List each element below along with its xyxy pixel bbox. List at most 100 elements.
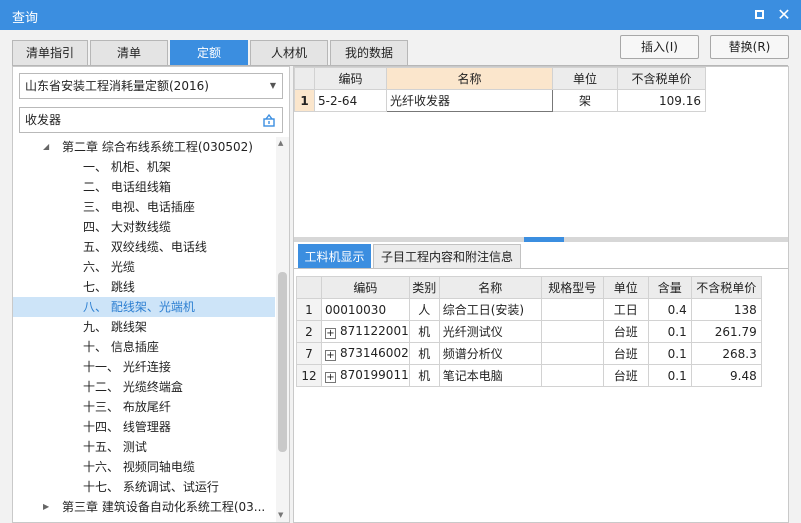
tree-item[interactable]: 十一、 光纤连接 (13, 357, 275, 377)
tree-item[interactable]: 三、 电视、电话插座 (13, 197, 275, 217)
cell-quantity[interactable]: 0.1 (647, 364, 692, 387)
tab-quota[interactable]: 定额 (170, 40, 248, 66)
cell-unit[interactable]: 工日 (602, 298, 649, 321)
quota-library-select[interactable]: 山东省安装工程消耗量定额(2016) ▼ (19, 73, 283, 99)
tab-labor-material-machine[interactable]: 人材机 (250, 40, 328, 66)
cell-name[interactable]: 综合工日(安装) (438, 298, 542, 321)
tree-item[interactable]: 十六、 视频同轴电缆 (13, 457, 275, 477)
tree-scrollbar[interactable]: ▲ ▼ (276, 137, 289, 522)
tab-list-guide[interactable]: 清单指引 (12, 40, 88, 66)
expand-plus-icon[interactable]: + (325, 350, 336, 361)
expand-plus-icon[interactable]: + (325, 372, 336, 383)
tree-item-label: 十三、 布放尾纤 (83, 400, 171, 414)
search-filter-icon[interactable] (262, 113, 276, 127)
cell-category[interactable]: 机 (408, 320, 440, 343)
tab-work-content[interactable]: 子目工程内容和附注信息 (373, 244, 521, 269)
scroll-thumb[interactable] (278, 272, 287, 452)
tree-item[interactable]: 二、 电话组线箱 (13, 177, 275, 197)
row-index: 2 (296, 320, 322, 343)
splitter-grip[interactable] (524, 237, 564, 242)
cell-price[interactable]: 261.79 (690, 320, 762, 343)
cell-price[interactable]: 9.48 (690, 364, 762, 387)
cell-category[interactable]: 机 (408, 342, 440, 365)
tree-item[interactable]: 十二、 光缆终端盒 (13, 377, 275, 397)
tree-item[interactable]: 六、 光缆 (13, 257, 275, 277)
tree-item[interactable]: 五、 双绞线缆、电话线 (13, 237, 275, 257)
col-header-code[interactable]: 编码 (314, 67, 387, 90)
cell-name[interactable]: 笔记本电脑 (438, 364, 542, 387)
table-row[interactable]: 1 00010030 人综合工日(安装) 工日 0.4 138 (296, 298, 762, 321)
table-row[interactable]: 2 +871122001 机光纤测试仪 台班 0.1 261.79 (296, 320, 762, 343)
tree-item[interactable]: 十、 信息插座 (13, 337, 275, 357)
cell-unit[interactable]: 台班 (602, 364, 649, 387)
cell-name[interactable]: 频谱分析仪 (438, 342, 542, 365)
row-index-text: 12 (301, 368, 317, 383)
tree-item[interactable]: 十四、 线管理器 (13, 417, 275, 437)
table-row[interactable]: 7 +873146002 机频谱分析仪 台班 0.1 268.3 (296, 342, 762, 365)
tree-item[interactable]: 九、 跳线架 (13, 317, 275, 337)
tree-item[interactable]: 十五、 测试 (13, 437, 275, 457)
col-header-code[interactable]: 编码 (321, 276, 410, 299)
insert-button[interactable]: 插入(I) (620, 35, 699, 59)
tree-item[interactable]: 十三、 布放尾纤 (13, 397, 275, 417)
expand-icon[interactable]: ▶ (43, 497, 49, 517)
tab-list[interactable]: 清单 (90, 40, 168, 66)
col-header-name[interactable]: 名称 (386, 67, 553, 90)
tab-materials[interactable]: 工料机显示 (298, 244, 371, 269)
col-header-unit[interactable]: 单位 (552, 67, 618, 90)
table-row[interactable]: 12 +870199011 机笔记本电脑 台班 0.1 9.48 (296, 364, 762, 387)
cell-code[interactable]: 5-2-64 (314, 89, 387, 112)
cell-spec[interactable] (540, 298, 604, 321)
cell-category[interactable]: 机 (408, 364, 440, 387)
row-index: 1 (294, 89, 315, 112)
cell-code[interactable]: 00010030 (321, 298, 410, 321)
scroll-down-icon[interactable]: ▼ (278, 511, 283, 519)
col-header-name[interactable]: 名称 (438, 276, 542, 299)
cell-unit-text: 台班 (613, 369, 638, 383)
cell-unit[interactable]: 台班 (602, 320, 649, 343)
cell-price[interactable]: 138 (690, 298, 762, 321)
cell-unit[interactable]: 架 (552, 89, 618, 112)
cell-spec[interactable] (540, 342, 604, 365)
tree-item-label: 四、 大对数线缆 (83, 220, 171, 234)
search-input[interactable]: 收发器 (19, 107, 283, 133)
replace-button[interactable]: 替换(R) (710, 35, 789, 59)
grid-corner (294, 67, 315, 90)
tree-item[interactable]: 十七、 系统调试、试运行 (13, 477, 275, 497)
cell-code[interactable]: +871122001 (321, 320, 410, 343)
tree-item[interactable]: ◢ 第二章 综合布线系统工程(030502) (13, 137, 275, 157)
panel-splitter[interactable] (294, 237, 788, 242)
col-header-category[interactable]: 类别 (408, 276, 440, 299)
cell-name[interactable]: 光纤测试仪 (438, 320, 542, 343)
tree-item[interactable]: 四、 大对数线缆 (13, 217, 275, 237)
cell-spec[interactable] (540, 364, 604, 387)
tab-my-data[interactable]: 我的数据 (330, 40, 408, 66)
close-button[interactable]: ✕ (774, 5, 794, 25)
cell-quantity[interactable]: 0.1 (647, 342, 692, 365)
cell-price[interactable]: 109.16 (617, 89, 706, 112)
maximize-button[interactable] (749, 5, 769, 25)
cell-code[interactable]: +873146002 (321, 342, 410, 365)
cell-name[interactable]: 光纤收发器 (386, 89, 553, 112)
cell-category[interactable]: 人 (408, 298, 440, 321)
tree-item[interactable]: ▶ 第三章 建筑设备自动化系统工程(03... (13, 497, 275, 517)
col-header-price[interactable]: 不含税单价 (690, 276, 762, 299)
tree-item[interactable]: 七、 跳线 (13, 277, 275, 297)
col-header-spec[interactable]: 规格型号 (540, 276, 604, 299)
col-header-unit[interactable]: 单位 (602, 276, 649, 299)
tree-item[interactable]: 一、 机柜、机架 (13, 157, 275, 177)
cell-unit[interactable]: 台班 (602, 342, 649, 365)
cell-price[interactable]: 268.3 (690, 342, 762, 365)
col-header-quantity[interactable]: 含量 (647, 276, 692, 299)
cell-price-text: 268.3 (722, 346, 757, 361)
cell-spec[interactable] (540, 320, 604, 343)
collapse-icon[interactable]: ◢ (43, 137, 49, 157)
cell-quantity[interactable]: 0.4 (647, 298, 692, 321)
col-header-price[interactable]: 不含税单价 (617, 67, 706, 90)
cell-code[interactable]: +870199011 (321, 364, 410, 387)
cell-quantity[interactable]: 0.1 (647, 320, 692, 343)
scroll-up-icon[interactable]: ▲ (278, 139, 283, 147)
expand-plus-icon[interactable]: + (325, 328, 336, 339)
table-row[interactable]: 1 5-2-64 光纤收发器 架 109.16 (294, 89, 706, 112)
tree-item[interactable]: 八、 配线架、光端机 (13, 297, 275, 317)
